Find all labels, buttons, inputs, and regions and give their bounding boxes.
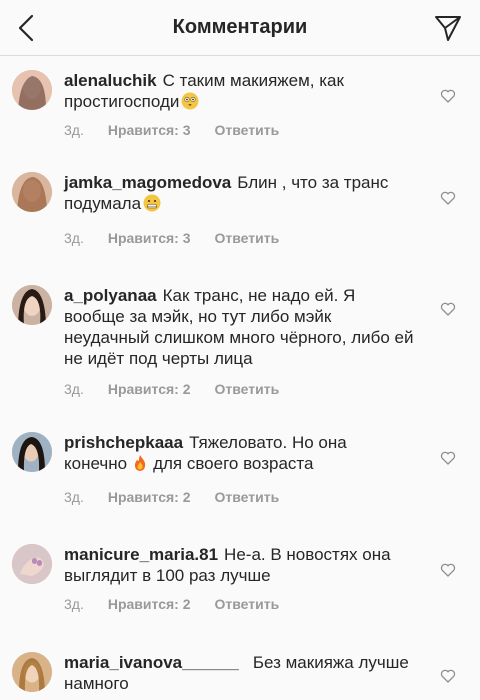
comment-time: 3д. bbox=[64, 230, 84, 246]
comment-likes[interactable]: Нравится: 2 bbox=[108, 596, 191, 612]
fire-emoji-icon bbox=[134, 455, 146, 471]
avatar[interactable] bbox=[12, 70, 52, 110]
comment-likes[interactable]: Нравится: 3 bbox=[108, 122, 191, 138]
comment-username[interactable]: prishchepkaaa bbox=[64, 433, 183, 452]
comment-time: 3д. bbox=[64, 489, 84, 505]
comment-time: 3д. bbox=[64, 596, 84, 612]
heart-icon[interactable] bbox=[440, 668, 456, 684]
comment-time: 3д. bbox=[64, 381, 84, 397]
comment-username[interactable]: manicure_maria.81 bbox=[64, 545, 218, 564]
reply-button[interactable]: Ответить bbox=[215, 596, 280, 612]
reply-button[interactable]: Ответить bbox=[215, 122, 280, 138]
direct-send-icon[interactable] bbox=[434, 14, 462, 42]
reply-button[interactable]: Ответить bbox=[215, 381, 280, 397]
heart-icon[interactable] bbox=[440, 562, 456, 578]
heart-icon[interactable] bbox=[440, 88, 456, 104]
flushed-face-emoji-icon bbox=[181, 92, 199, 110]
grimacing-face-emoji-icon bbox=[143, 194, 161, 212]
header-bar: Комментарии bbox=[0, 0, 480, 56]
comment-text-continued: для своего возраста bbox=[153, 454, 314, 473]
comment-time: 3д. bbox=[64, 122, 84, 138]
avatar[interactable] bbox=[12, 432, 52, 472]
comment-username[interactable]: jamka_magomedova bbox=[64, 173, 231, 192]
comment-username[interactable]: alenaluchik bbox=[64, 71, 157, 90]
comment-likes[interactable]: Нравится: 2 bbox=[108, 489, 191, 505]
heart-icon[interactable] bbox=[440, 190, 456, 206]
comment-likes[interactable]: Нравится: 3 bbox=[108, 230, 191, 246]
heart-icon[interactable] bbox=[440, 301, 456, 317]
avatar[interactable] bbox=[12, 652, 52, 692]
page-title: Комментарии bbox=[172, 16, 308, 38]
comment-username[interactable]: a_polyanaa bbox=[64, 286, 157, 305]
avatar[interactable] bbox=[12, 172, 52, 212]
heart-icon[interactable] bbox=[440, 450, 456, 466]
comment-likes[interactable]: Нравится: 2 bbox=[108, 381, 191, 397]
avatar[interactable] bbox=[12, 544, 52, 584]
reply-button[interactable]: Ответить bbox=[215, 230, 280, 246]
comment-username[interactable]: maria_ivanova______ bbox=[64, 653, 239, 672]
avatar[interactable] bbox=[12, 285, 52, 325]
reply-button[interactable]: Ответить bbox=[215, 489, 280, 505]
